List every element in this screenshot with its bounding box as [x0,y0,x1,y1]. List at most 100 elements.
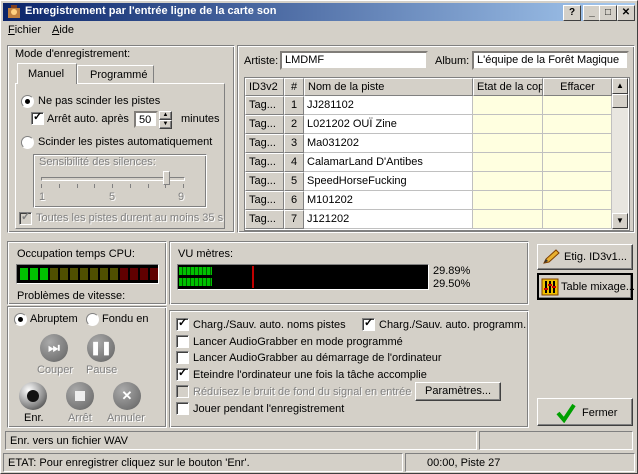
noise-checkbox[interactable] [176,385,189,398]
abrupt-radio[interactable] [14,313,27,326]
vu-left-segments [179,267,427,275]
auto-split-label: Scinder les pistes automatiquement [38,136,213,148]
no-split-radio[interactable] [21,95,34,108]
cancel-button[interactable]: ✕ [113,382,141,410]
launch-boot-checkbox[interactable] [176,351,189,364]
track-delete-cell[interactable] [543,172,612,191]
auto-prog-checkbox[interactable]: ✓ [362,317,375,331]
spin-down-button[interactable]: ▼ [159,120,172,129]
menu-fichier[interactable]: Fichier [8,24,41,36]
window-title: Enregistrement par l'entrée ligne de la … [25,5,277,17]
tag-button[interactable]: Tag... [245,153,284,172]
scroll-down-button[interactable]: ▼ [612,213,628,229]
maximize-button[interactable]: □ [599,5,617,21]
track-delete-cell[interactable] [543,153,612,172]
silence-slider-thumb[interactable] [163,171,171,185]
tag-button[interactable]: Tag... [245,115,284,134]
help-button[interactable]: ? [563,5,581,21]
tag-button[interactable]: Tag... [245,172,284,191]
check-mark-icon: ✓ [364,317,374,329]
fade-radio[interactable] [86,313,99,326]
track-number: 5 [284,172,304,191]
tracks-grid: ID3v2 # Nom de la piste Etat de la copi … [244,77,630,231]
cut-button[interactable]: ⏭ [40,334,68,362]
auto-stop-minutes-input[interactable]: 50 [134,111,158,128]
auto-names-label: Charg./Sauv. auto. noms pistes [193,319,346,331]
mode-group-label: Mode d'enregistrement: [15,48,131,60]
spin-up-button[interactable]: ▲ [159,111,172,120]
record-button[interactable] [19,382,47,410]
auto-split-radio[interactable] [21,136,34,149]
auto-prog-label: Charg./Sauv. auto. programm. [379,319,527,331]
all-tracks-checkbox[interactable]: ✓ [19,211,32,225]
tag-button[interactable]: Tag... [245,191,284,210]
record-label: Enr. [24,412,44,424]
id3v1-button[interactable]: Etig. ID3v1... [537,244,633,270]
tab-manuel[interactable]: Manuel [17,63,77,84]
state-status: ETAT: Pour enregistrer cliquez sur le bo… [3,453,403,472]
col-header-delete[interactable]: Effacer [543,78,612,96]
col-header-id3v2[interactable]: ID3v2 [245,78,284,96]
track-name-cell[interactable]: J121202 [304,210,473,229]
menu-aide[interactable]: Aide [52,24,74,36]
tab-manuel-label: Manuel [28,68,65,80]
track-delete-cell[interactable] [543,191,612,210]
tag-button[interactable]: Tag... [245,96,284,115]
slider-tick-mark [94,184,96,188]
title-bar[interactable]: Enregistrement par l'entrée ligne de la … [3,3,635,21]
play-while-label: Jouer pendant l'enregistrement [193,403,345,415]
auto-names-checkbox[interactable]: ✓ [176,317,189,331]
track-delete-cell[interactable] [543,210,612,229]
track-delete-cell[interactable] [543,134,612,153]
silence-label: Sensibilité des silences: [39,156,156,168]
track-name-cell[interactable]: CalamarLand D'Antibes [304,153,473,172]
track-state-cell [473,115,543,134]
id3v1-label: Etig. ID3v1... [564,251,627,263]
cpu-segment [50,268,58,280]
tab-programme[interactable]: Programmé [77,65,154,84]
track-name-cell[interactable]: L021202 OUÏ Zine [304,115,473,134]
auto-stop-checkbox[interactable]: ✓ [31,111,44,125]
artist-input[interactable]: LMDMF [280,51,428,70]
track-name-cell[interactable]: SpeedHorseFucking [304,172,473,191]
stop-button[interactable] [66,382,94,410]
track-name-cell[interactable]: Ma031202 [304,134,473,153]
track-delete-cell[interactable] [543,96,612,115]
col-header-num[interactable]: # [284,78,304,96]
track-state-cell [473,210,543,229]
tag-button[interactable]: Tag... [245,210,284,229]
scroll-thumb[interactable] [612,94,628,108]
mixer-button[interactable]: Table mixage... [537,273,635,300]
col-header-name[interactable]: Nom de la piste [304,78,473,96]
fermer-button[interactable]: Fermer [537,398,633,426]
cut-icon: ⏭ [48,340,60,355]
cpu-label: Occupation temps CPU: [17,248,135,260]
record-icon [27,390,39,402]
close-button[interactable]: ✕ [617,5,635,21]
cpu-segment [20,268,28,280]
track-name-cell[interactable]: M101202 [304,191,473,210]
params-button[interactable]: Paramètres... [415,382,501,401]
pause-icon: ❚❚ [90,340,112,355]
slider-tick-mark [183,184,184,188]
track-state-cell [473,96,543,115]
check-mark-icon: ✓ [178,317,188,329]
app-window: Enregistrement par l'entrée ligne de la … [0,0,638,474]
tag-button[interactable]: Tag... [245,134,284,153]
pencil-icon [542,249,560,268]
col-header-state[interactable]: Etat de la copi [473,78,543,96]
album-input[interactable]: L'équipe de la Forêt Magique [472,51,629,70]
play-while-checkbox[interactable] [176,402,189,415]
scroll-up-button[interactable]: ▲ [612,78,628,94]
stop-label: Arrêt [68,412,92,424]
pause-button[interactable]: ❚❚ [87,334,115,362]
track-name-cell[interactable]: JJ281102 [304,96,473,115]
slider-tick-mark [129,184,131,188]
minutes-label: minutes [181,113,220,125]
album-label: Album: [435,55,470,67]
shutdown-checkbox[interactable]: ✓ [176,367,189,381]
slider-tick-5: 5 [109,191,116,203]
launch-prog-checkbox[interactable] [176,335,189,348]
cpu-segment [130,268,138,280]
track-delete-cell[interactable] [543,115,612,134]
